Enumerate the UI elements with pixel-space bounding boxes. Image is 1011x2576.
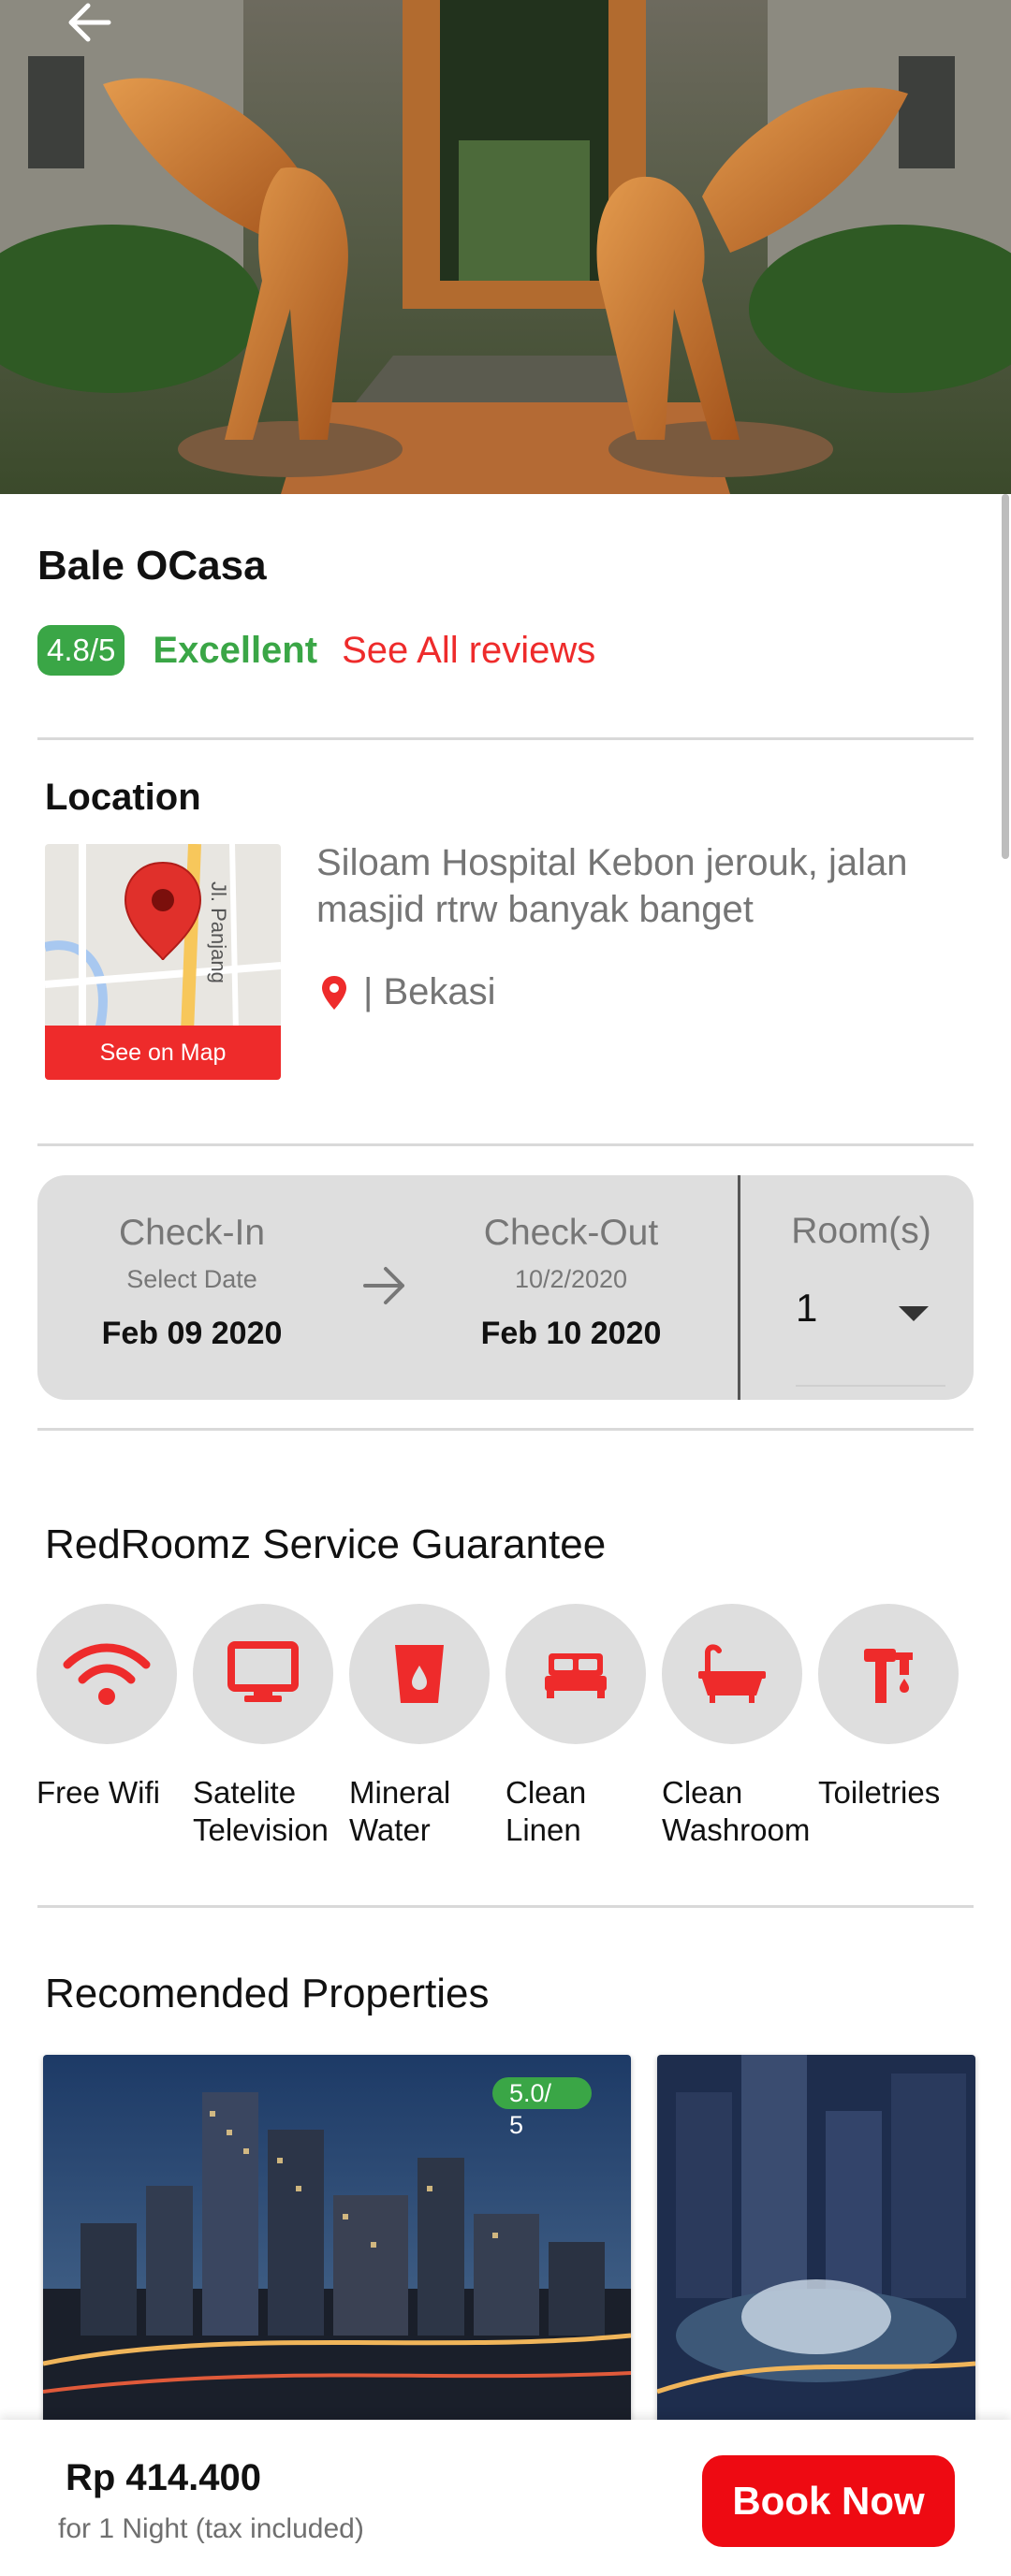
scrollbar[interactable]: [1002, 494, 1009, 859]
checkout-sub: 10/2/2020: [514, 1265, 628, 1293]
service-label-line2: Washroom: [662, 1812, 811, 1847]
service-label-line1: Clean: [506, 1775, 587, 1810]
rating-row: 4.8/5 Excellent See All reviews: [37, 625, 595, 676]
service-satelite-television: Satelite Television: [193, 1604, 343, 1849]
see-on-map-button[interactable]: See on Map: [45, 1026, 281, 1080]
price-note: for 1 Night (tax included): [58, 2513, 364, 2544]
checkout-date: Feb 10 2020: [480, 1316, 662, 1351]
divider: [37, 1428, 974, 1431]
back-button[interactable]: [56, 0, 122, 51]
arrow-left-icon: [68, 3, 111, 42]
toiletries-icon: [864, 1649, 913, 1703]
dropdown-underline: [796, 1385, 945, 1387]
see-all-reviews-link[interactable]: See All reviews: [342, 630, 595, 672]
service-icon-circle: [349, 1604, 490, 1744]
divider: [37, 1143, 974, 1146]
price: Rp 414.400: [66, 2457, 262, 2498]
service-label: Clean Washroom: [662, 1774, 812, 1849]
service-label-line2: Water: [349, 1812, 431, 1847]
television-icon: [227, 1641, 299, 1702]
service-label-line1: Free Wifi: [37, 1775, 160, 1810]
booking-card: Check-In Select Date Feb 09 2020 Check-O…: [37, 1175, 974, 1400]
bed-icon: [545, 1653, 607, 1698]
vertical-divider: [738, 1175, 740, 1400]
service-clean-washroom: Clean Washroom: [662, 1604, 812, 1849]
rooms-value: 1: [796, 1286, 818, 1330]
city-label: | Bekasi: [363, 971, 496, 1012]
map-thumbnail[interactable]: Jl. Panjang See on Map: [45, 844, 281, 1080]
service-mineral-water: Mineral Water: [349, 1604, 499, 1849]
city-row: | Bekasi: [322, 971, 496, 1013]
recommended-heading: Recomended Properties: [45, 1971, 490, 2016]
map-street-label: Jl. Panjang: [207, 881, 230, 983]
service-label-line1: Clean: [662, 1775, 743, 1810]
location-pin-icon: [322, 975, 346, 1010]
hotel-entrance-image: [0, 0, 1011, 494]
service-free-wifi: Free Wifi: [37, 1604, 186, 1812]
service-toiletries: Toiletries: [818, 1604, 968, 1812]
caret-down-icon: [899, 1306, 929, 1321]
water-cup-icon: [395, 1645, 444, 1703]
hero-photo: [0, 0, 1011, 494]
service-icon-circle: [193, 1604, 333, 1744]
service-label: Toiletries: [818, 1774, 968, 1812]
service-guarantee-heading: RedRoomz Service Guarantee: [45, 1521, 607, 1567]
rating-badge: 4.8/5: [37, 625, 125, 676]
service-icon-circle: [506, 1604, 646, 1744]
book-now-button[interactable]: Book Now: [702, 2455, 955, 2547]
checkin-sub: Select Date: [126, 1265, 257, 1293]
service-label-line1: Satelite: [193, 1775, 297, 1810]
checkin-label: Check-In: [118, 1213, 266, 1253]
service-label-line1: Mineral: [349, 1775, 451, 1810]
service-label: Free Wifi: [37, 1774, 186, 1812]
address-text: Siloam Hospital Kebon jerouk, jalan masj…: [316, 842, 908, 930]
service-label: Satelite Television: [193, 1774, 343, 1849]
checkout-label: Check-Out: [483, 1213, 659, 1253]
service-icon-circle: [818, 1604, 959, 1744]
arrow-right-icon: [361, 1265, 408, 1311]
bathtub-icon: [698, 1644, 766, 1703]
property-rating-badge: 5.0/ 5: [492, 2077, 592, 2139]
service-label-line1: Toiletries: [818, 1775, 941, 1810]
service-label-line2: Linen: [506, 1812, 581, 1847]
service-label: Clean Linen: [506, 1774, 655, 1849]
property-rating-line2: 5: [509, 2111, 524, 2139]
service-clean-linen: Clean Linen: [506, 1604, 655, 1849]
property-rating-line1: 5.0/: [509, 2079, 552, 2107]
hotel-name: Bale OCasa: [37, 543, 267, 589]
wifi-icon: [63, 1643, 151, 1705]
service-label-line2: Television: [193, 1812, 329, 1847]
divider: [37, 737, 974, 740]
checkin-date: Feb 09 2020: [101, 1316, 283, 1351]
property-card[interactable]: [657, 2055, 975, 2429]
bottom-booking-bar: Rp 414.400 for 1 Night (tax included) Bo…: [0, 2420, 1011, 2576]
property-image-fountain: [657, 2055, 975, 2429]
service-icon-circle: [37, 1604, 177, 1744]
rooms-label: Room(s): [791, 1211, 931, 1251]
divider: [37, 1905, 974, 1908]
service-label: Mineral Water: [349, 1774, 499, 1849]
location-heading: Location: [45, 777, 201, 818]
rating-label: Excellent: [153, 629, 318, 671]
property-card[interactable]: 5.0/ 5: [43, 2055, 631, 2429]
service-icon-circle: [662, 1604, 802, 1744]
